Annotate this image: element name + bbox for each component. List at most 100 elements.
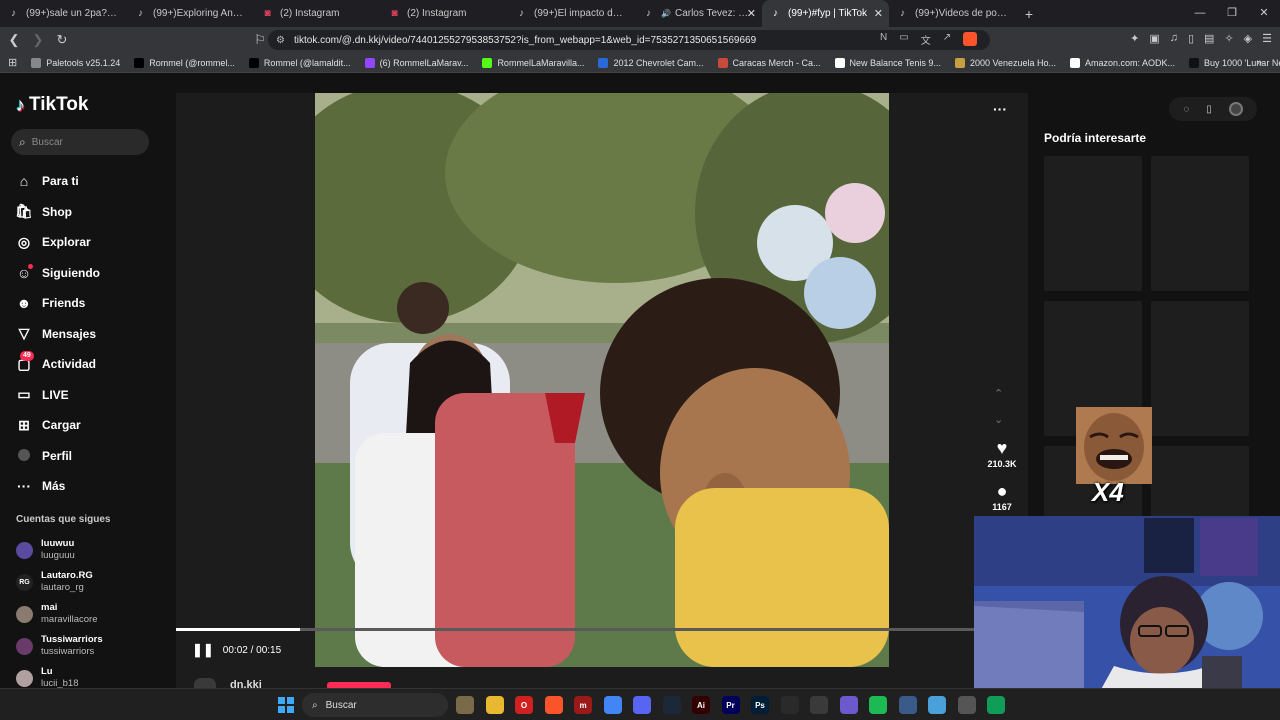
following-item[interactable]: Tussiwarriors tussiwarriors <box>16 630 103 662</box>
more-options-icon[interactable]: ··· <box>993 101 1007 117</box>
chrome-app[interactable] <box>603 696 622 714</box>
start-button[interactable] <box>278 697 294 713</box>
following-item[interactable]: RG Lautaro.RG lautaro_rg <box>16 566 103 598</box>
extensions-icon[interactable]: ✦ <box>1130 32 1139 45</box>
following-item[interactable]: mai maravillacore <box>16 598 103 630</box>
screenshot-icon[interactable]: ▣ <box>1149 32 1159 45</box>
back-button[interactable]: ❮ <box>4 32 24 48</box>
spotify-app[interactable] <box>869 696 887 714</box>
bookmark-item[interactable]: Caracas Merch - Ca... <box>717 57 821 68</box>
search-input[interactable] <box>31 136 132 148</box>
video-frame[interactable] <box>315 93 889 667</box>
illustrator-app[interactable]: Ai <box>692 696 710 714</box>
device-icon[interactable]: ▯ <box>1206 104 1212 115</box>
cast-icon[interactable]: ▭ <box>899 32 908 47</box>
menu-item-para-ti[interactable]: ⌂ Para ti <box>14 166 100 197</box>
pause-icon[interactable]: ❚❚ <box>192 642 214 658</box>
menu-item-explorar[interactable]: ◎ Explorar <box>14 227 100 258</box>
browser-tab[interactable]: ◙ (2) Instagram <box>254 0 381 27</box>
chatgpt-app[interactable] <box>810 696 828 714</box>
widgets-app[interactable] <box>456 696 474 714</box>
brave-shield-icon[interactable] <box>963 32 978 46</box>
forward-button[interactable]: ❯ <box>28 32 48 48</box>
share-icon[interactable]: ↗ <box>943 32 951 47</box>
autoscroll-icon[interactable]: ◌ <box>1183 104 1189 115</box>
menu-icon[interactable]: ☰ <box>1262 32 1272 45</box>
app-m[interactable]: m <box>574 696 592 714</box>
avatar[interactable] <box>16 669 33 687</box>
steam-app[interactable] <box>662 696 681 714</box>
menu-item-cargar[interactable]: ⊞ Cargar <box>14 410 100 441</box>
browser-tab[interactable]: ♪ (99+)Exploring Angicapod <box>127 0 254 27</box>
menu-item-siguiendo[interactable]: ☺ Siguiendo <box>14 258 100 289</box>
record-icon[interactable] <box>1228 102 1243 116</box>
browser-tab[interactable]: ♪ (99+)sale un 2pa? | TikTok <box>0 0 127 27</box>
browser-tab[interactable]: ♪ (99+)#fyp | TikTok ✕ <box>762 0 889 27</box>
browser-tab[interactable]: ♪ 🔊Carlos Tevez: Ediçã✕ <box>635 0 762 27</box>
comment-icon[interactable]: ● <box>982 481 1022 501</box>
menu-item-live[interactable]: ▭ LIVE <box>14 380 100 411</box>
vpn-icon[interactable]: ◈ <box>1244 32 1252 45</box>
bookmark-item[interactable]: Rommel (@rommel... <box>134 57 235 68</box>
menu-item-friends[interactable]: ☻ Friends <box>14 288 100 319</box>
wallet-icon[interactable]: ▤ <box>1204 32 1214 45</box>
apps-grid-icon[interactable]: ⊞ <box>8 56 17 69</box>
bookmark-item[interactable]: 2000 Venezuela Ho... <box>954 57 1056 68</box>
taskbar-search[interactable]: ⌕ Buscar <box>302 693 448 717</box>
close-tab-icon[interactable]: ✕ <box>747 7 756 20</box>
suggestion-thumb[interactable] <box>1151 301 1249 436</box>
bookmark-item[interactable]: 2012 Chevrolet Cam... <box>598 57 704 68</box>
bookmark-item[interactable]: Buy 1000 'Lunar Ne... <box>1189 57 1280 68</box>
bookmark-item[interactable]: New Balance Tenis 9... <box>834 57 941 68</box>
tiktok-logo[interactable]: ♪ TikTok <box>16 94 88 116</box>
brave-app[interactable] <box>544 696 563 714</box>
bookmark-item[interactable]: (6) RommelLaMarav... <box>364 57 468 68</box>
maximize-button[interactable]: ❐ <box>1216 0 1248 27</box>
browser-tab[interactable]: ♪ (99+)El impacto del mund <box>508 0 635 27</box>
avatar[interactable] <box>16 541 33 559</box>
premiere-app[interactable]: Pr <box>721 696 740 714</box>
bookmark-item[interactable]: Amazon.com: AODK... <box>1070 57 1175 68</box>
explorer-app[interactable] <box>485 696 504 714</box>
avatar[interactable]: RG <box>16 573 33 591</box>
avatar[interactable] <box>16 637 33 655</box>
sheets-app[interactable] <box>987 696 1005 714</box>
close-tab-icon[interactable]: ✕ <box>874 7 883 20</box>
sidebar-icon[interactable]: ▯ <box>1188 32 1194 45</box>
discord-app[interactable] <box>633 696 651 714</box>
opera-app[interactable]: O <box>515 696 533 714</box>
menu-item-m-s[interactable]: ··· Más <box>14 471 100 502</box>
new-tab-button[interactable]: + <box>1016 6 1042 22</box>
app-cube[interactable] <box>898 696 917 714</box>
previous-video-icon[interactable]: ⌃ <box>994 387 1003 400</box>
bookmark-item[interactable]: Paletools v25.1.24 <box>31 57 120 68</box>
app-nvidia[interactable] <box>780 696 799 714</box>
progress-bar[interactable] <box>176 628 974 631</box>
suggestion-thumb[interactable] <box>1151 156 1249 291</box>
minimize-button[interactable]: — <box>1184 0 1216 27</box>
bookmark-item[interactable]: RommelLaMaravilla... <box>482 57 584 68</box>
browser-tab[interactable]: ◙ (2) Instagram <box>381 0 508 27</box>
photoshop-app[interactable]: Ps <box>751 696 769 714</box>
app-circle[interactable] <box>928 696 946 714</box>
audio-playing-icon[interactable]: 🔊 <box>661 9 671 18</box>
bookmark-item[interactable]: Rommel (@lamaldit... <box>248 57 351 68</box>
avatar[interactable] <box>16 605 33 623</box>
bookmark-icon[interactable]: ⚐ <box>250 32 270 48</box>
menu-item-shop[interactable]: 🛍 Shop <box>14 197 100 228</box>
no-notification-icon[interactable]: N <box>880 32 887 47</box>
close-window-button[interactable]: ✕ <box>1248 0 1280 27</box>
translate-icon[interactable]: 文 <box>921 32 931 47</box>
menu-item-perfil[interactable]: Perfil <box>14 441 100 472</box>
menu-item-mensajes[interactable]: ▽ Mensajes <box>14 319 100 350</box>
bookmarks-overflow-icon[interactable]: » <box>1256 57 1262 68</box>
app-recorder[interactable] <box>957 696 976 714</box>
browser-tab[interactable]: ♪ (99+)Videos de pollo jost <box>889 0 1016 27</box>
copilot-app[interactable] <box>839 696 858 714</box>
following-item[interactable]: luuwuu luuguuu <box>16 534 103 566</box>
media-icon[interactable]: ♫ <box>1170 32 1178 45</box>
next-video-icon[interactable]: ⌄ <box>994 413 1003 426</box>
suggestion-thumb[interactable] <box>1044 156 1142 291</box>
menu-item-actividad[interactable]: ▢ 49 Actividad <box>14 349 100 380</box>
reload-button[interactable]: ↻ <box>52 32 72 48</box>
